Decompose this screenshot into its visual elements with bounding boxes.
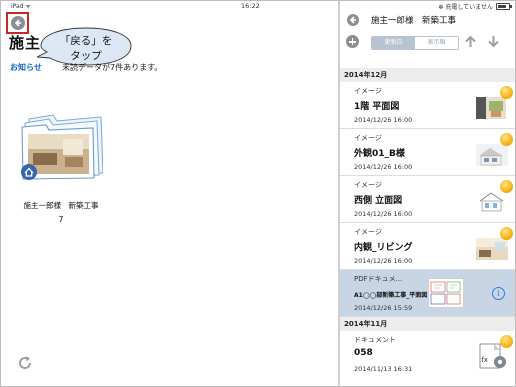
back-button-highlight [6, 12, 29, 34]
svg-text:.fx: .fx [479, 356, 488, 364]
folder-icon [21, 114, 103, 180]
list-back-button[interactable] [347, 14, 359, 26]
item-type: イメージ [354, 181, 382, 189]
project-count: 7 [58, 215, 64, 224]
notice-text: 未読データが7件あります。 [62, 63, 163, 72]
back-arrow-icon [14, 19, 21, 27]
item-date: 2014/12/26 16:00 [354, 257, 413, 265]
list-toolbar: 更新日 表示順 [340, 32, 515, 52]
notice-label[interactable]: お知らせ [10, 62, 42, 73]
charging-status: ✻ 充電していません [438, 4, 493, 11]
arrow-up-icon[interactable] [464, 35, 477, 48]
item-name: 内観_リビング [354, 243, 413, 253]
sort-by-updated[interactable]: 更新日 [372, 37, 415, 49]
item-name: 西側 立面図 [354, 196, 403, 206]
clock: 16:22 [241, 2, 260, 10]
project-folder[interactable]: 施主一郎様 新築工事 7 [15, 105, 107, 224]
status-badge-icon [500, 227, 513, 240]
item-name: 058 [354, 348, 373, 358]
list-item[interactable]: イメージ 1階 平面図 2014/12/26 16:00 [340, 82, 515, 129]
status-badge-icon [500, 133, 513, 146]
file-list-pane: 施主一郎様 新築工事 更新日 表示順 2014年12月 イメージ 1階 平面図 … [340, 12, 515, 386]
item-type: PDFドキュメ... [354, 275, 403, 283]
item-date: 2014/11/13 16:31 [354, 365, 413, 373]
list-header: 施主一郎様 新築工事 [340, 12, 515, 28]
status-badge-icon [500, 335, 513, 348]
item-name: A1◯◯部新築工事_平面図 [354, 292, 428, 299]
callout-line-1: 「戻る」を [59, 35, 113, 47]
list-title: 施主一郎様 新築工事 [371, 16, 457, 26]
item-date: 2014/12/26 15:59 [354, 304, 413, 312]
callout-line-2: タップ [70, 50, 102, 62]
list-item[interactable]: イメージ 内観_リビング 2014/12/26 16:00 [340, 223, 515, 270]
info-icon[interactable]: i [492, 287, 505, 300]
section-header: 2014年11月 [340, 317, 515, 331]
carrier-label: iPad ᯤ [11, 3, 31, 10]
back-button[interactable] [11, 16, 25, 30]
pdf-thumbnail [428, 278, 464, 308]
add-icon[interactable] [346, 35, 359, 48]
list-item[interactable]: イメージ 西側 立面図 2014/12/26 16:00 [340, 176, 515, 223]
item-type: イメージ [354, 87, 382, 95]
status-bar: iPad ᯤ 16:22 ✻ 充電していません [1, 1, 515, 12]
sort-segmented-control: 更新日 表示順 [371, 36, 459, 50]
app-frame: iPad ᯤ 16:22 ✻ 充電していません 施主 「戻る」を タップ お知ら… [0, 0, 516, 387]
item-type: イメージ [354, 228, 382, 236]
project-pane: 施主 「戻る」を タップ お知らせ 未読データが7件あります。 施主一郎様 新築… [1, 12, 338, 386]
battery-icon [496, 3, 512, 10]
list-item[interactable]: イメージ 外観01_B様 2014/12/26 16:00 [340, 129, 515, 176]
item-date: 2014/12/26 16:00 [354, 163, 413, 171]
item-type: イメージ [354, 134, 382, 142]
list-item-selected[interactable]: PDFドキュメ... A1◯◯部新築工事_平面図 2014/12/26 15:5… [340, 270, 515, 317]
back-arrow-icon [349, 16, 356, 24]
project-name: 施主一郎様 新築工事 [23, 201, 99, 210]
item-date: 2014/12/26 16:00 [354, 210, 413, 218]
home-icon [21, 164, 37, 180]
status-badge-icon [500, 180, 513, 193]
file-extension-label: .fx [479, 356, 488, 364]
item-name: 外観01_B様 [354, 149, 405, 159]
arrow-down-icon[interactable] [487, 35, 500, 48]
item-name: 1階 平面図 [354, 102, 400, 112]
item-type: ドキュメント [354, 336, 396, 344]
list-item[interactable]: ドキュメント 058 2014/11/13 16:31 .fx [340, 331, 515, 378]
refresh-icon[interactable] [16, 354, 34, 372]
item-date: 2014/12/26 16:00 [354, 116, 413, 124]
status-badge-icon [500, 86, 513, 99]
section-header: 2014年12月 [340, 68, 515, 82]
sort-by-order[interactable]: 表示順 [415, 37, 458, 49]
